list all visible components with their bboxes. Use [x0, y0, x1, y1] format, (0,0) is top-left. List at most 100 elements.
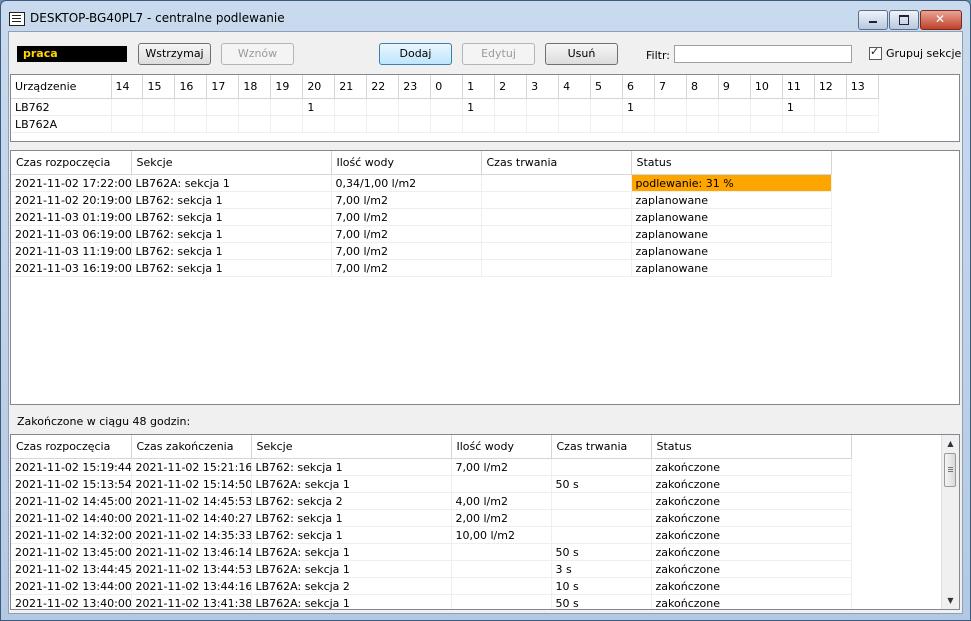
schedule-cell	[622, 115, 655, 133]
schedule-cell	[334, 115, 368, 133]
finished-row[interactable]: 2021-11-02 15:13:54 2021-11-02 15:14:50 LB…	[11, 475, 852, 493]
finished-row[interactable]: 2021-11-02 14:32:00 2021-11-02 14:35:33 LB…	[11, 526, 852, 544]
schedule-cell	[238, 98, 272, 116]
schedule-hour-header[interactable]: 22	[366, 75, 400, 99]
planned-cell: LB762: sekcja 1	[131, 208, 332, 226]
schedule-cell: 1	[302, 98, 336, 116]
finished-row[interactable]: 2021-11-02 13:40:00 2021-11-02 13:41:38 LB…	[11, 594, 852, 609]
schedule-hour-header[interactable]: 1	[462, 75, 496, 99]
app-icon	[9, 12, 25, 26]
schedule-hour-header[interactable]: 17	[206, 75, 240, 99]
schedule-hour-header[interactable]: 10	[750, 75, 783, 99]
schedule-hour-header[interactable]: 16	[174, 75, 208, 99]
window-controls	[857, 10, 962, 30]
finished-cell: LB762A: sekcja 1	[251, 560, 452, 578]
planned-cell: LB762A: sekcja 1	[131, 174, 332, 192]
finished-row[interactable]: 2021-11-02 14:45:00 2021-11-02 14:45:53 LB…	[11, 492, 852, 510]
schedule-cell	[558, 115, 592, 133]
schedule-hour-header[interactable]: 14	[111, 75, 144, 99]
schedule-hour-header[interactable]: 3	[526, 75, 560, 99]
schedule-hour-header[interactable]: 12	[814, 75, 847, 99]
finished-cell	[451, 594, 552, 609]
resume-button[interactable]: Wznów	[221, 43, 294, 65]
scroll-down-arrow-icon[interactable]: ▼	[942, 592, 959, 609]
planned-row[interactable]: 2021-11-02 20:19:00 LB762: sekcja 1 7,00 l…	[11, 191, 832, 209]
schedule-hour-header[interactable]: 21	[334, 75, 368, 99]
schedule-hour-header[interactable]: 23	[398, 75, 432, 99]
finished-row[interactable]: 2021-11-02 15:19:44 2021-11-02 15:21:16 LB…	[11, 458, 852, 476]
schedule-row[interactable]: LB762 1 1 1 1	[11, 98, 880, 116]
planned-status-cell: zaplanowane	[631, 259, 832, 277]
minimize-button[interactable]	[858, 10, 888, 30]
finished-row[interactable]: 2021-11-02 14:40:00 2021-11-02 14:40:27 LB…	[11, 509, 852, 527]
finished-cell: zakończone	[651, 458, 852, 476]
finished-cell: LB762A: sekcja 1	[251, 543, 452, 561]
schedule-hour-header[interactable]: 13	[846, 75, 880, 99]
schedule-cell	[654, 98, 687, 116]
planned-column-header[interactable]: Ilość wody	[331, 151, 482, 175]
finished-column-header[interactable]: Czas trwania	[551, 435, 652, 459]
schedule-cell	[334, 98, 368, 116]
finished-column-header[interactable]: Sekcje	[251, 435, 452, 459]
planned-row[interactable]: 2021-11-03 16:19:00 LB762: sekcja 1 7,00 l…	[11, 259, 832, 277]
schedule-hour-header[interactable]: 8	[686, 75, 719, 99]
schedule-cell	[238, 115, 272, 133]
schedule-hour-header[interactable]: 6	[622, 75, 655, 99]
group-sections-checkbox[interactable]: Grupuj sekcje	[869, 45, 962, 60]
planned-row[interactable]: 2021-11-03 06:19:00 LB762: sekcja 1 7,00 l…	[11, 225, 832, 243]
schedule-hour-header[interactable]: 15	[142, 75, 176, 99]
schedule-hour-header[interactable]: 4	[558, 75, 592, 99]
schedule-cell	[782, 115, 815, 133]
finished-row[interactable]: 2021-11-02 13:44:45 2021-11-02 13:44:53 LB…	[11, 560, 852, 578]
add-button[interactable]: Dodaj	[379, 43, 452, 65]
schedule-hour-header[interactable]: 18	[238, 75, 272, 99]
planned-row[interactable]: 2021-11-03 01:19:00 LB762: sekcja 1 7,00 l…	[11, 208, 832, 226]
close-button[interactable]	[920, 10, 962, 30]
planned-column-header[interactable]: Status	[631, 151, 832, 175]
finished-column-header[interactable]: Czas zakończenia	[131, 435, 252, 459]
planned-cell: 0,34/1,00 l/m2	[331, 174, 482, 192]
finished-cell: zakończone	[651, 526, 852, 544]
filter-input[interactable]	[674, 45, 852, 63]
maximize-button[interactable]	[889, 10, 919, 30]
planned-column-header[interactable]: Czas trwania	[481, 151, 632, 175]
schedule-hour-header[interactable]: 11	[782, 75, 815, 99]
planned-row[interactable]: 2021-11-02 17:22:00 LB762A: sekcja 1 0,34/…	[11, 174, 832, 192]
planned-status-cell: podlewanie: 31 %	[631, 174, 832, 192]
planned-cell: LB762: sekcja 1	[131, 242, 332, 260]
schedule-hour-header[interactable]: 5	[590, 75, 623, 99]
schedule-cell	[750, 115, 783, 133]
schedule-hour-header[interactable]: 2	[494, 75, 528, 99]
scroll-thumb[interactable]	[944, 453, 956, 487]
finished-row[interactable]: 2021-11-02 13:45:00 2021-11-02 13:46:14 LB…	[11, 543, 852, 561]
edit-button[interactable]: Edytuj	[462, 43, 535, 65]
group-sections-label: Grupuj sekcje	[886, 47, 962, 60]
checkbox-checked-icon[interactable]	[869, 45, 882, 60]
finished-column-header[interactable]: Czas rozpoczęcia	[11, 435, 132, 459]
schedule-cell: 1	[462, 98, 496, 116]
finished-column-header[interactable]: Ilość wody	[451, 435, 552, 459]
finished-cell: 2021-11-02 13:40:00	[11, 594, 132, 609]
planned-column-header[interactable]: Czas rozpoczęcia	[11, 151, 132, 175]
schedule-hour-header[interactable]: 0	[430, 75, 464, 99]
schedule-device-header[interactable]: Urządzenie	[11, 75, 112, 99]
schedule-row[interactable]: LB762A	[11, 115, 880, 133]
planned-column-header[interactable]: Sekcje	[131, 151, 332, 175]
planned-cell	[481, 191, 632, 209]
planned-row[interactable]: 2021-11-03 11:19:00 LB762: sekcja 1 7,00 l…	[11, 242, 832, 260]
delete-button[interactable]: Usuń	[545, 43, 618, 65]
finished-cell: 2021-11-02 14:40:27	[131, 509, 252, 527]
finished-cell: 2021-11-02 14:45:53	[131, 492, 252, 510]
schedule-hour-header[interactable]: 9	[718, 75, 751, 99]
schedule-hour-header[interactable]: 20	[302, 75, 336, 99]
finished-column-header[interactable]: Status	[651, 435, 852, 459]
schedule-hour-header[interactable]: 19	[270, 75, 304, 99]
planned-cell: LB762: sekcja 1	[131, 191, 332, 209]
finished-scrollbar[interactable]: ▲ ▼	[941, 435, 959, 609]
planned-cell	[481, 174, 632, 192]
schedule-hour-header[interactable]: 7	[654, 75, 687, 99]
pause-button[interactable]: Wstrzymaj	[138, 43, 211, 65]
title-bar[interactable]: DESKTOP-BG40PL7 - centralne podlewanie	[1, 1, 970, 31]
scroll-up-arrow-icon[interactable]: ▲	[942, 435, 959, 452]
finished-row[interactable]: 2021-11-02 13:44:00 2021-11-02 13:44:16 LB…	[11, 577, 852, 595]
